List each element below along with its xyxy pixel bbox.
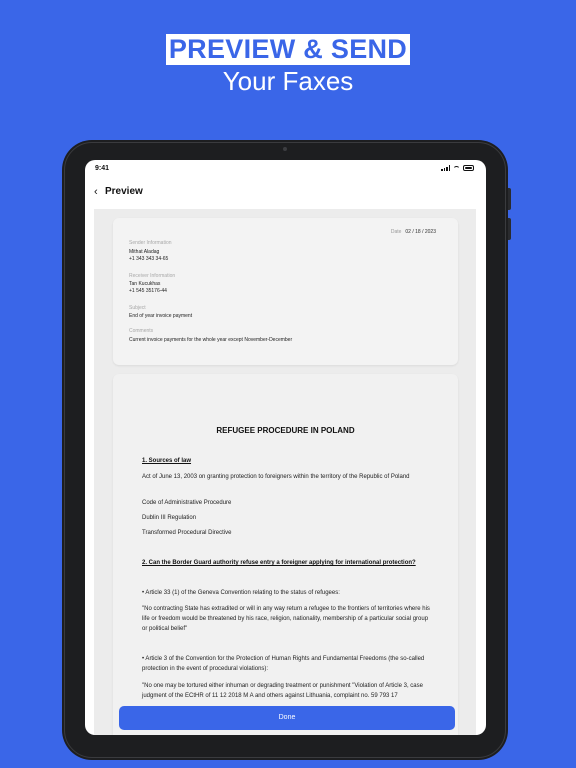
section-heading-2: 2. Can the Border Guard authority refuse… — [142, 560, 416, 566]
document-preview: REFUGEE PROCEDURE IN POLAND 1. Sources o… — [113, 374, 458, 735]
date-value: 02 / 18 / 2023 — [405, 229, 436, 235]
paragraph: • Article 33 (1) of the Geneva Conventio… — [142, 590, 340, 596]
quote-paragraph: "No contracting State has extradited or … — [142, 606, 430, 632]
subject-label: Subject — [129, 305, 146, 311]
document-title: REFUGEE PROCEDURE IN POLAND — [216, 426, 355, 435]
section-heading-1: 1. Sources of law — [142, 458, 192, 464]
sender-phone: +1 343 343 34-65 — [129, 256, 169, 262]
volume-down-button — [508, 218, 511, 240]
receiver-label: Receiver Information — [129, 273, 176, 279]
sender-label: Sender Information — [129, 240, 172, 246]
receiver-phone: +1 545 35176-44 — [129, 288, 167, 294]
hero-subtitle: Your Faxes — [222, 66, 354, 96]
volume-up-button — [508, 188, 511, 210]
wifi-icon — [453, 165, 460, 171]
done-button[interactable]: Done — [119, 706, 455, 730]
paragraph: Code of Administrative Procedure — [142, 500, 232, 506]
status-time: 9:41 — [95, 165, 110, 172]
paragraph: Act of June 13, 2003 on granting protect… — [142, 474, 410, 480]
preview-scroll-area[interactable]: Date 02 / 18 / 2023 Sender Information Mi… — [94, 209, 476, 735]
hero-headline: PREVIEW & SEND Your Faxes — [0, 34, 576, 96]
app-screen: 9:41 ‹ Preview Date 02 / 18 / 2023 Sender… — [85, 160, 486, 735]
date-label: Date — [390, 229, 402, 235]
comments-value: Current invoice payments for the whole y… — [129, 337, 293, 343]
comments-label: Comments — [129, 328, 154, 334]
status-bar: 9:41 — [85, 160, 486, 180]
back-chevron-icon[interactable]: ‹ — [94, 186, 98, 198]
fax-info-card: Date 02 / 18 / 2023 Sender Information Mi… — [113, 218, 458, 365]
hero-title: PREVIEW & SEND — [165, 34, 411, 65]
date-row: Date 02 / 18 / 2023 — [391, 229, 436, 235]
quote-paragraph: "No one may be tortured either inhuman o… — [142, 683, 423, 699]
cellular-signal-icon — [441, 165, 450, 171]
paragraph: • Article 3 of the Convention for the Pr… — [142, 656, 425, 672]
nav-bar: ‹ Preview — [85, 182, 486, 202]
sender-name: Mithat Aladag — [129, 249, 160, 255]
page-title: Preview — [105, 186, 143, 197]
battery-icon — [463, 165, 474, 171]
paragraph: Dublin III Regulation — [142, 515, 197, 521]
camera-dot — [283, 147, 287, 151]
paragraph: Transformed Procedural Directive — [142, 530, 232, 536]
receiver-name: Tan Kucukhas — [129, 281, 161, 287]
subject-value: End of year invoice payment — [129, 313, 193, 319]
